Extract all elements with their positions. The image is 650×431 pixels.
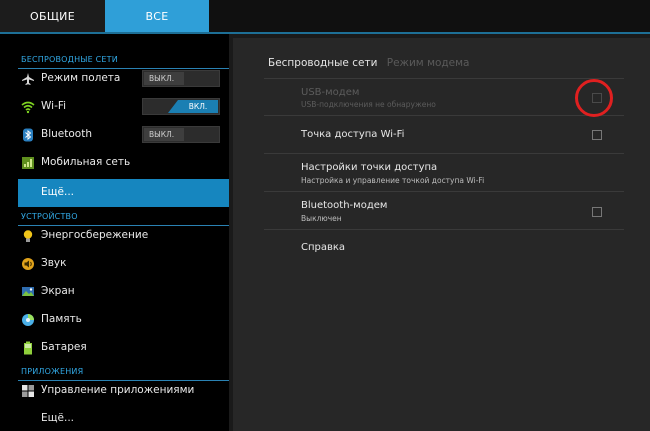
bluetooth-icon xyxy=(23,128,33,142)
tab-bar: ОБЩИЕ ВСЕ xyxy=(0,0,650,34)
sidebar-item-label: Экран xyxy=(41,285,75,297)
sound-icon xyxy=(22,258,34,270)
sidebar-item-bluetooth[interactable]: Bluetooth ВЫКЛ. xyxy=(18,121,229,149)
mobile-network-icon xyxy=(22,157,34,169)
sidebar-item-label: Ещё... xyxy=(41,412,74,424)
storage-icon xyxy=(22,314,34,326)
row-subtitle: USB-подключения не обнаружено xyxy=(301,100,436,109)
tab-general[interactable]: ОБЩИЕ xyxy=(0,0,105,32)
toggle-slope xyxy=(168,100,178,113)
toggle-state: ВЫКЛ. xyxy=(144,72,184,85)
hotspot-settings-row[interactable]: Настройки точки доступа Настройка и упра… xyxy=(264,154,624,191)
sidebar-item-mobile-network[interactable]: Мобильная сеть xyxy=(18,149,229,177)
sidebar-item-label: Память xyxy=(41,313,82,325)
bluetooth-tethering-row[interactable]: Bluetooth-модем Выключен xyxy=(264,192,624,229)
apps-icon xyxy=(22,385,34,397)
breadcrumb-tethering: Режим модема xyxy=(386,57,470,69)
toggle-state: ВКЛ. xyxy=(178,100,218,113)
toggle-state: ВЫКЛ. xyxy=(144,128,184,141)
sidebar-item-label: Энергосбережение xyxy=(41,229,149,241)
sidebar-item-label: Wi-Fi xyxy=(41,100,67,112)
bluetooth-tethering-checkbox[interactable] xyxy=(592,207,602,217)
highlight-circle xyxy=(575,79,613,117)
airplane-icon xyxy=(22,73,34,85)
sidebar-item-more-apps[interactable]: Ещё... xyxy=(18,405,229,431)
breadcrumb-wireless[interactable]: Беспроводные сети xyxy=(268,57,377,69)
tab-all[interactable]: ВСЕ xyxy=(105,0,209,32)
detail-card: Беспроводные сети Режим модема USB-модем… xyxy=(233,38,650,431)
sidebar-item-battery[interactable]: Батарея xyxy=(18,334,229,362)
breadcrumb: Беспроводные сети Режим модема xyxy=(268,57,470,69)
sidebar-item-label: Bluetooth xyxy=(41,128,92,140)
sidebar-item-label: Ещё... xyxy=(41,186,74,198)
wifi-hotspot-row[interactable]: Точка доступа Wi-Fi xyxy=(264,116,624,153)
power-saving-icon xyxy=(23,230,33,242)
sidebar-item-sound[interactable]: Звук xyxy=(18,250,229,278)
sidebar-item-label: Батарея xyxy=(41,341,87,353)
row-title: Справка xyxy=(301,242,346,253)
row-title: Bluetooth-модем xyxy=(301,200,388,211)
row-title: Настройки точки доступа xyxy=(301,162,438,173)
wifi-icon xyxy=(21,101,35,114)
section-title: УСТРОЙСТВО xyxy=(21,212,78,221)
sidebar-item-app-manager[interactable]: Управление приложениями xyxy=(18,377,229,405)
sidebar-item-wifi[interactable]: Wi-Fi ВКЛ. xyxy=(18,93,229,121)
row-title: USB-модем xyxy=(301,87,360,98)
row-title: Точка доступа Wi-Fi xyxy=(301,129,405,140)
sidebar-item-power-saving[interactable]: Энергосбережение xyxy=(18,222,229,250)
sidebar-item-label: Режим полета xyxy=(41,72,121,84)
bluetooth-toggle[interactable]: ВЫКЛ. xyxy=(142,126,220,143)
wifi-hotspot-checkbox[interactable] xyxy=(592,130,602,140)
display-icon xyxy=(22,287,34,296)
sidebar-item-label: Мобильная сеть xyxy=(41,156,131,168)
settings-sidebar: БЕСПРОВОДНЫЕ СЕТИ Режим полета ВЫКЛ. Wi-… xyxy=(0,34,229,431)
sidebar-item-label: Звук xyxy=(41,257,67,269)
sidebar-item-display[interactable]: Экран xyxy=(18,278,229,306)
wifi-toggle[interactable]: ВКЛ. xyxy=(142,98,220,115)
battery-icon xyxy=(24,341,32,355)
airplane-mode-toggle[interactable]: ВЫКЛ. xyxy=(142,70,220,87)
sidebar-item-more-wireless[interactable]: Ещё... xyxy=(18,179,229,207)
section-title: ПРИЛОЖЕНИЯ xyxy=(21,367,84,376)
detail-panel: Беспроводные сети Режим модема USB-модем… xyxy=(229,34,650,431)
usb-tethering-row: USB-модем USB-подключения не обнаружено xyxy=(264,79,624,115)
section-title: БЕСПРОВОДНЫЕ СЕТИ xyxy=(21,55,118,64)
sidebar-item-airplane-mode[interactable]: Режим полета ВЫКЛ. xyxy=(18,65,229,93)
sidebar-item-label: Управление приложениями xyxy=(41,384,195,396)
sidebar-item-storage[interactable]: Память xyxy=(18,306,229,334)
help-row[interactable]: Справка xyxy=(264,230,624,266)
row-subtitle: Настройка и управление точкой доступа Wi… xyxy=(301,176,485,185)
row-subtitle: Выключен xyxy=(301,214,342,223)
